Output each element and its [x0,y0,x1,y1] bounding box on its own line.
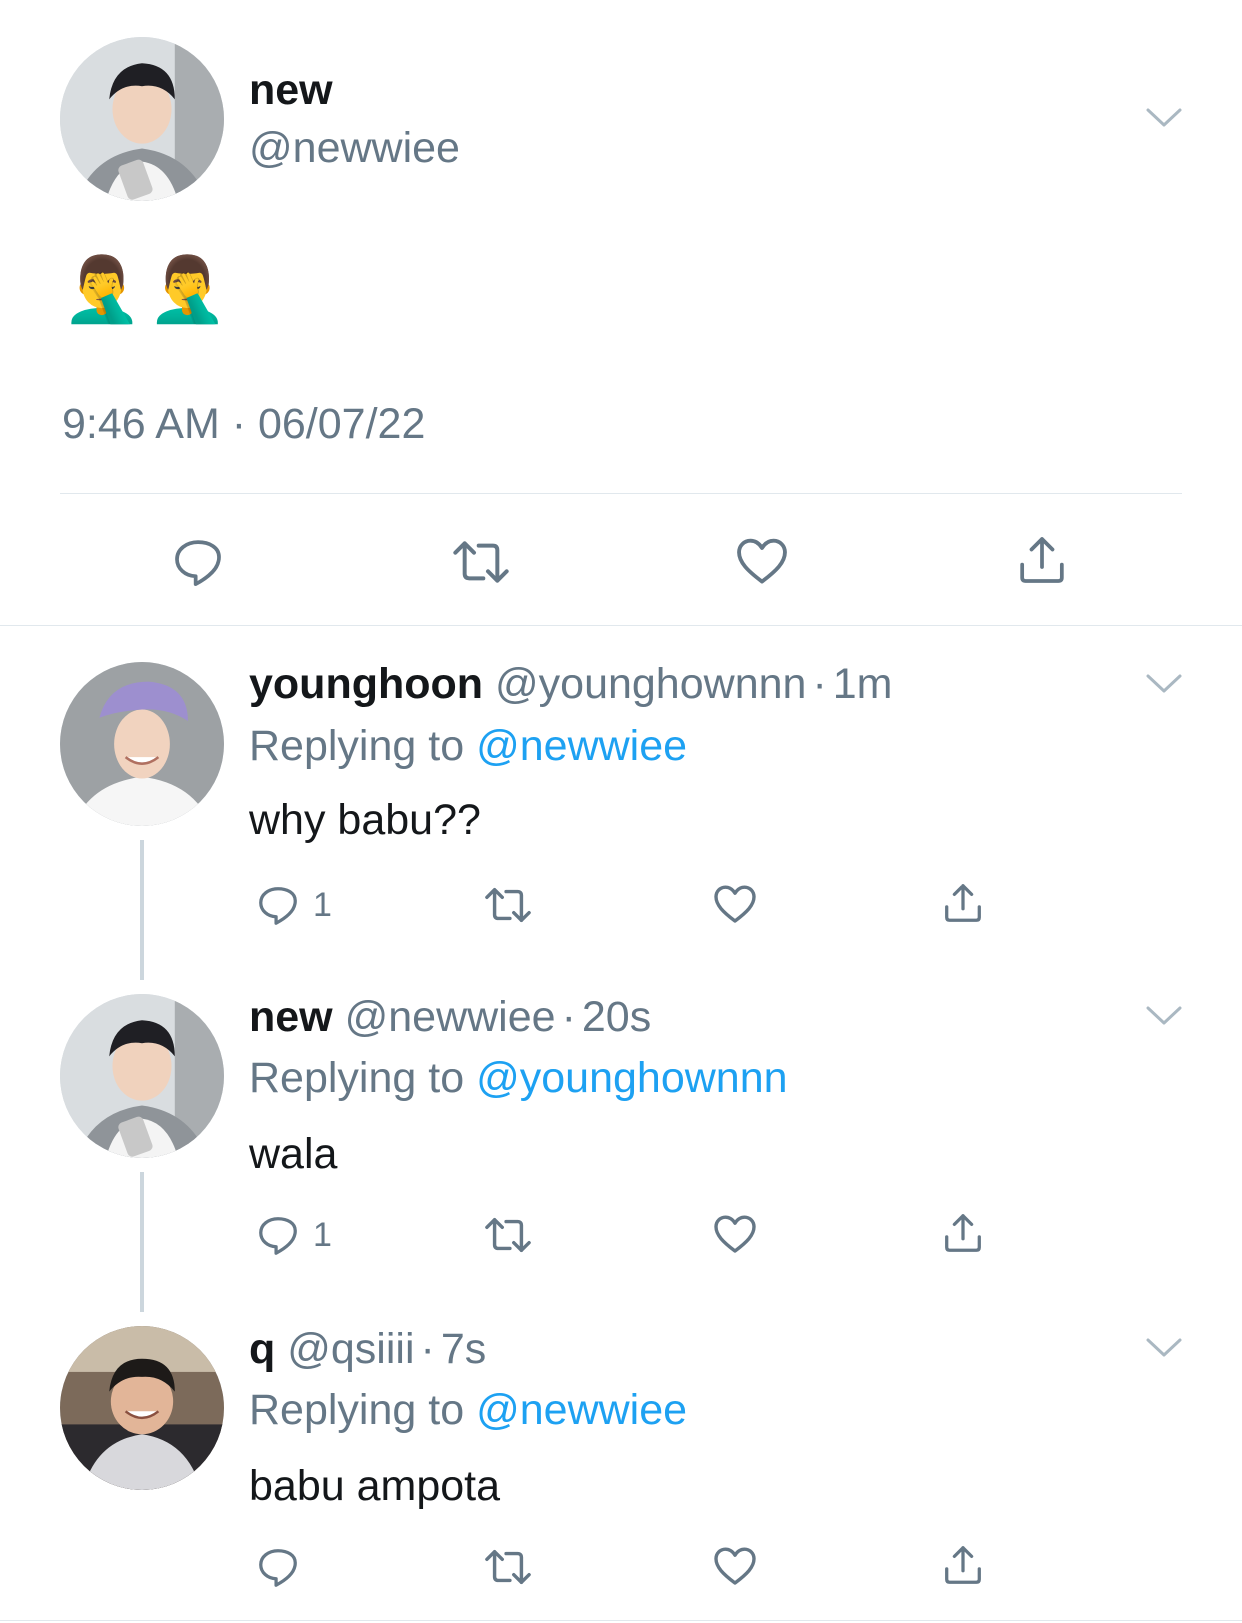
tweet-header: new @newwiee · 20s [249,993,651,1042]
replying-label: Replying to [249,1386,465,1434]
replying-label: Replying to [249,1054,465,1102]
separator: · [561,993,576,1041]
thread-line [140,840,144,980]
section-divider [0,625,1242,626]
mention-link[interactable]: @newwiee [476,1386,687,1434]
tweet-age: 7s [440,1325,487,1373]
share-icon[interactable] [940,1208,986,1258]
tweet-content: 🤦‍♂️🤦‍♂️ [62,253,234,325]
tweet-text: wala [249,1130,338,1178]
like-icon[interactable] [711,1210,759,1258]
avatar[interactable] [60,994,224,1158]
display-name[interactable]: new [249,993,333,1041]
avatar[interactable] [60,662,224,826]
share-icon[interactable] [940,1540,986,1590]
replying-to: Replying to @younghownnn [249,1054,788,1103]
tweet-age: 1m [832,660,893,708]
avatar[interactable] [60,1326,224,1490]
reply-icon[interactable] [254,1544,302,1590]
mention-link[interactable]: @younghownnn [476,1054,787,1102]
chevron-down-icon[interactable] [1144,1004,1184,1028]
retweet-icon[interactable] [481,1544,535,1590]
like-icon[interactable] [732,532,792,590]
reply-icon[interactable] [254,1212,302,1258]
tweet-timestamp: 9:46 AM · 06/07/22 [62,400,426,448]
handle[interactable]: @younghownnn [495,660,806,708]
share-icon[interactable] [940,878,986,928]
retweet-icon[interactable] [481,882,535,928]
tweet-text: why babu?? [249,796,481,844]
display-name[interactable]: new [249,66,333,115]
handle[interactable]: @newwiee [345,993,556,1041]
retweet-icon[interactable] [481,1212,535,1258]
tweet-header: q @qsiiii · 7s [249,1325,486,1374]
share-icon[interactable] [1014,530,1070,590]
replying-to: Replying to @newwiee [249,1386,687,1435]
avatar[interactable] [60,37,224,201]
like-icon[interactable] [711,1542,759,1590]
separator: · [812,660,827,708]
replying-to: Replying to @newwiee [249,722,687,771]
separator: · [420,1325,435,1373]
tweet-age: 20s [581,993,652,1041]
thread-line [140,1172,144,1312]
handle[interactable]: @newwiee [249,124,460,173]
tweet-header: younghoon @younghownnn · 1m [249,660,893,709]
chevron-down-icon[interactable] [1144,1336,1184,1360]
tweet-text: babu ampota [249,1462,501,1510]
like-icon[interactable] [711,880,759,928]
bottom-divider [0,1620,1242,1621]
chevron-down-icon[interactable] [1144,106,1184,130]
replying-label: Replying to [249,722,465,770]
divider [60,493,1182,494]
reply-icon[interactable] [254,882,302,928]
retweet-icon[interactable] [448,534,514,590]
reply-count: 1 [313,886,332,924]
display-name[interactable]: q [249,1325,275,1373]
display-name[interactable]: younghoon [249,660,483,708]
mention-link[interactable]: @newwiee [476,722,687,770]
reply-count: 1 [313,1216,332,1254]
chevron-down-icon[interactable] [1144,672,1184,696]
reply-icon[interactable] [168,534,228,590]
handle[interactable]: @qsiiii [287,1325,414,1373]
